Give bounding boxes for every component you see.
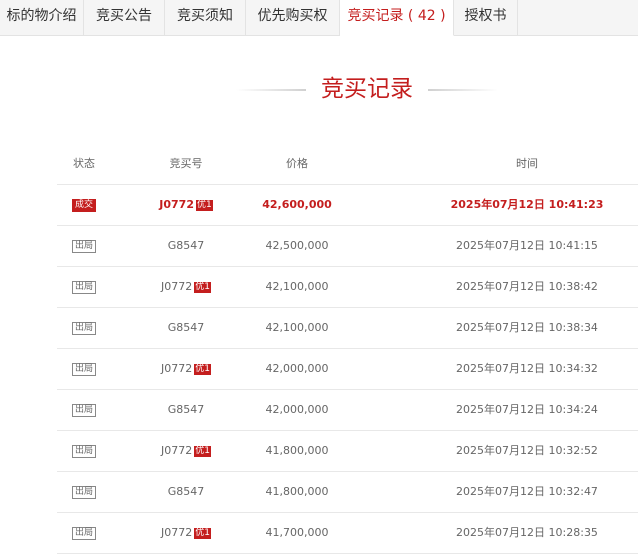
table-row: 出局 G8547 42,500,000 2025年07月12日 10:41:15: [57, 226, 638, 267]
status-badge: 出局: [71, 321, 96, 335]
table-row: 出局 G8547 42,000,000 2025年07月12日 10:34:24: [57, 390, 638, 431]
table-row: 出局 J0772 优1 41,700,000 2025年07月12日 10:28:35: [57, 513, 638, 554]
status-cell: 出局: [57, 267, 111, 307]
time-cell: 2025年07月12日 10:34:32: [456, 362, 598, 375]
table-row: 出局 G8547 41,800,000 2025年07月12日 10:32:47: [57, 472, 638, 513]
status-cell: 出局: [57, 431, 111, 471]
status-badge: 出局: [71, 526, 96, 540]
priority-badge: 优1: [195, 199, 213, 211]
bidder-number: J0772: [161, 362, 193, 375]
time-cell: 2025年07月12日 10:38:42: [456, 280, 598, 293]
status-badge: 出局: [71, 403, 96, 417]
section-title: 竞买记录: [0, 70, 638, 110]
bidder-number: J0772: [161, 526, 193, 539]
status-badge: 成交: [71, 198, 96, 212]
bidder-number: G8547: [167, 403, 205, 416]
status-cell: 出局: [57, 226, 111, 266]
header-status: 状态: [73, 157, 95, 170]
status-cell: 出局: [57, 308, 111, 348]
status-badge: 出局: [71, 239, 96, 253]
table-row: 出局 J0772 优1 42,100,000 2025年07月12日 10:38:42: [57, 267, 638, 308]
price-cell: 41,700,000: [265, 526, 329, 539]
bidder-number: G8547: [167, 321, 205, 334]
bid-records-table: 状态 竞买号 价格 时间 成交 J0772 优1 42,600,000 2025年07月…: [57, 143, 638, 554]
header-time: 时间: [516, 157, 538, 170]
bidder-number: J0772: [161, 280, 193, 293]
tab-bar: 标的物介绍 竞买公告 竞买须知 优先购买权 竞买记录 ( 42 ) 授权书: [0, 0, 638, 36]
table-row: 成交 J0772 优1 42,600,000 2025年07月12日 10:41:23: [57, 185, 638, 226]
tab-item-intro[interactable]: 标的物介绍: [0, 0, 84, 35]
price-cell: 42,000,000: [265, 362, 329, 375]
price-cell: 41,800,000: [265, 444, 329, 457]
status-cell: 出局: [57, 349, 111, 389]
time-cell: 2025年07月12日 10:32:52: [456, 444, 598, 457]
status-cell: 出局: [57, 513, 111, 553]
tab-auction-notice[interactable]: 竞买公告: [84, 0, 165, 35]
status-cell: 成交: [57, 185, 111, 225]
priority-badge: 优1: [194, 281, 211, 293]
bidder-number: G8547: [167, 485, 205, 498]
time-cell: 2025年07月12日 10:41:15: [456, 239, 598, 252]
bidder-number: J0772: [161, 444, 193, 457]
price-cell: 42,000,000: [265, 403, 329, 416]
tab-priority-right[interactable]: 优先购买权: [246, 0, 340, 35]
tab-bid-records[interactable]: 竞买记录 ( 42 ): [340, 0, 454, 36]
time-cell: 2025年07月12日 10:34:24: [456, 403, 598, 416]
status-badge: 出局: [71, 362, 96, 376]
price-cell: 42,600,000: [262, 198, 332, 211]
table-row: 出局 J0772 优1 41,800,000 2025年07月12日 10:32:52: [57, 431, 638, 472]
title-divider-right: [428, 89, 498, 91]
priority-badge: 优1: [194, 527, 211, 539]
priority-badge: 优1: [194, 445, 211, 457]
page-title: 竞买记录: [321, 76, 413, 102]
header-price: 价格: [286, 157, 308, 170]
time-cell: 2025年07月12日 10:32:47: [456, 485, 598, 498]
price-cell: 42,500,000: [265, 239, 329, 252]
table-header: 状态 竞买号 价格 时间: [57, 143, 638, 185]
bidder-number: J0772: [159, 198, 194, 211]
tab-authorization[interactable]: 授权书: [454, 0, 518, 35]
table-row: 出局 J0772 优1 42,000,000 2025年07月12日 10:34:32: [57, 349, 638, 390]
status-cell: 出局: [57, 472, 111, 512]
title-divider-left: [236, 89, 306, 91]
price-cell: 42,100,000: [265, 280, 329, 293]
price-cell: 41,800,000: [265, 485, 329, 498]
time-cell: 2025年07月12日 10:41:23: [450, 198, 604, 211]
tab-bidding-rules[interactable]: 竞买须知: [165, 0, 246, 35]
status-badge: 出局: [71, 485, 96, 499]
time-cell: 2025年07月12日 10:38:34: [456, 321, 598, 334]
status-badge: 出局: [71, 280, 96, 294]
status-badge: 出局: [71, 444, 96, 458]
table-body: 成交 J0772 优1 42,600,000 2025年07月12日 10:41:23 出…: [57, 185, 638, 554]
status-cell: 出局: [57, 390, 111, 430]
bidder-number: G8547: [167, 239, 205, 252]
table-row: 出局 G8547 42,100,000 2025年07月12日 10:38:34: [57, 308, 638, 349]
time-cell: 2025年07月12日 10:28:35: [456, 526, 598, 539]
priority-badge: 优1: [194, 363, 211, 375]
price-cell: 42,100,000: [265, 321, 329, 334]
